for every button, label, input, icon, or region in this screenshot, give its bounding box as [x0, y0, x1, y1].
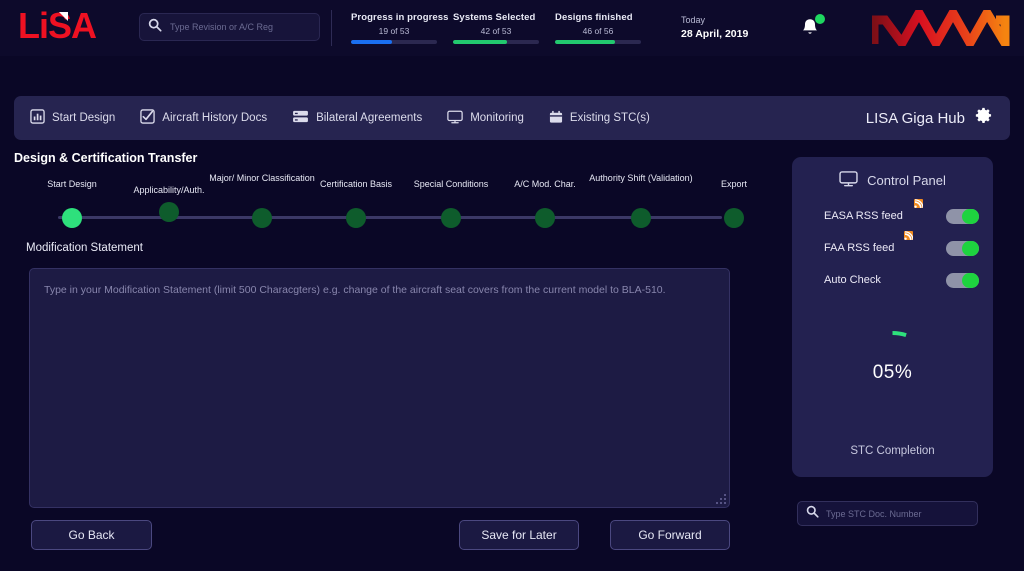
page-title: Design & Certification Transfer: [14, 151, 198, 165]
stat-title: Systems Selected: [453, 12, 536, 23]
today-date: 28 April, 2019: [681, 28, 749, 40]
step-dot: [724, 208, 744, 228]
gear-icon[interactable]: [975, 107, 992, 129]
control-row-label: EASA RSS feed: [824, 210, 903, 222]
go-forward-button[interactable]: Go Forward: [610, 520, 730, 550]
stat-title: Progress in progress: [351, 12, 449, 23]
giga-hub-label[interactable]: LISA Giga Hub: [866, 110, 965, 127]
notification-badge: [815, 14, 825, 24]
stat-progress: Progress in progress 19 of 53: [351, 12, 453, 44]
stc-completion-value: 05%: [872, 362, 913, 383]
stat-title: Designs finished: [555, 12, 633, 23]
monitor-icon: [839, 171, 858, 190]
step-label: Certification Basis: [319, 179, 393, 189]
faa-rss-toggle[interactable]: [946, 240, 979, 256]
modification-statement-input[interactable]: [29, 268, 730, 508]
stat-systems-selected: Systems Selected 42 of 53: [453, 12, 555, 44]
control-row-label: Auto Check: [824, 274, 881, 286]
zigzag-logo: [869, 3, 1010, 60]
lisa-logo: LiSA: [18, 5, 97, 46]
step-dot: [441, 208, 461, 228]
stat-designs-finished: Designs finished 46 of 56: [555, 12, 657, 44]
search-icon: [148, 18, 162, 37]
step-label: A/C Mod. Char.: [514, 179, 576, 189]
easa-rss-toggle[interactable]: [946, 208, 979, 224]
today-label: Today: [681, 15, 706, 25]
step-certification-basis[interactable]: Certification Basis: [301, 178, 411, 228]
header-bar: LiSA Progress in progress 19 of 53 Syste…: [0, 0, 1024, 60]
rss-icon: [904, 231, 913, 240]
nav-item-bilateral-agreements[interactable]: Bilateral Agreements: [292, 110, 422, 126]
stc-doc-search-input[interactable]: [826, 508, 969, 519]
control-row-faa-rss: FAA RSS feed: [792, 231, 993, 259]
control-row-label: FAA RSS feed: [824, 242, 895, 254]
auto-check-toggle[interactable]: [946, 272, 979, 288]
nav-item-label: Aircraft History Docs: [162, 112, 268, 124]
app-root: LiSA Progress in progress 19 of 53 Syste…: [0, 0, 1024, 571]
lisa-logo-text: LiSA: [18, 5, 97, 46]
step-dot: [159, 202, 179, 222]
control-panel: Control Panel EASA RSS feed FAA RSS feed…: [792, 157, 993, 477]
stat-progress-bar: [453, 40, 539, 44]
nav-item-label: Start Design: [52, 112, 116, 124]
control-panel-title: Control Panel: [867, 173, 946, 188]
search-input[interactable]: [170, 22, 311, 32]
rss-icon: [914, 199, 923, 208]
step-export[interactable]: Export: [679, 178, 789, 228]
control-panel-header: Control Panel: [792, 171, 993, 190]
step-dot: [535, 208, 555, 228]
save-for-later-button[interactable]: Save for Later: [459, 520, 579, 550]
control-row-auto-check: Auto Check: [792, 269, 993, 291]
go-back-button[interactable]: Go Back: [31, 520, 152, 550]
header-divider: [331, 10, 332, 46]
step-start-design[interactable]: Start Design: [17, 178, 127, 228]
bell-icon[interactable]: [800, 14, 825, 42]
stc-completion-caption: STC Completion: [850, 445, 935, 457]
step-dot: [62, 208, 82, 228]
stat-value: 19 of 53: [378, 26, 410, 36]
search-icon: [806, 505, 819, 523]
control-row-easa-rss: EASA RSS feed: [792, 199, 993, 227]
checkbox-check-icon: [140, 109, 155, 127]
nav-right-group: LISA Giga Hub: [866, 107, 992, 129]
modification-statement-label: Modification Statement: [26, 242, 143, 254]
step-dot: [252, 208, 272, 228]
nav-item-label: Existing STC(s): [569, 112, 650, 124]
stat-progress-bar: [351, 40, 437, 44]
nav-item-existing-stcs[interactable]: Existing STC(s): [549, 110, 650, 127]
nav-item-aircraft-history-docs[interactable]: Aircraft History Docs: [140, 109, 267, 127]
bar-chart-icon: [30, 109, 45, 127]
stat-value: 46 of 56: [582, 26, 614, 36]
nav-item-monitoring[interactable]: Monitoring: [447, 110, 524, 127]
stat-progress-bar: [555, 40, 641, 44]
nav-item-start-design[interactable]: Start Design: [30, 109, 115, 127]
stepper-line: [58, 216, 722, 219]
briefcase-icon: [549, 110, 563, 127]
step-dot: [346, 208, 366, 228]
progress-stepper: Start Design Applicability/Auth. Major/ …: [14, 173, 766, 230]
nav-item-label: Monitoring: [470, 112, 524, 124]
header-stats: Progress in progress 19 of 53 Systems Se…: [351, 12, 657, 44]
stc-doc-search[interactable]: [797, 501, 978, 526]
server-icon: [292, 110, 309, 126]
monitor-icon: [447, 110, 463, 127]
today-block: Today 28 April, 2019: [681, 15, 748, 40]
main-nav: Start Design Aircraft History Docs Bilat…: [14, 96, 1010, 140]
step-dot: [631, 208, 651, 228]
step-label: Export: [720, 179, 747, 189]
step-ac-mod-char[interactable]: A/C Mod. Char.: [490, 178, 600, 228]
step-label: Start Design: [47, 179, 97, 189]
nav-item-label: Bilateral Agreements: [316, 112, 423, 124]
stat-value: 42 of 53: [480, 26, 512, 36]
header-search[interactable]: [139, 13, 320, 41]
